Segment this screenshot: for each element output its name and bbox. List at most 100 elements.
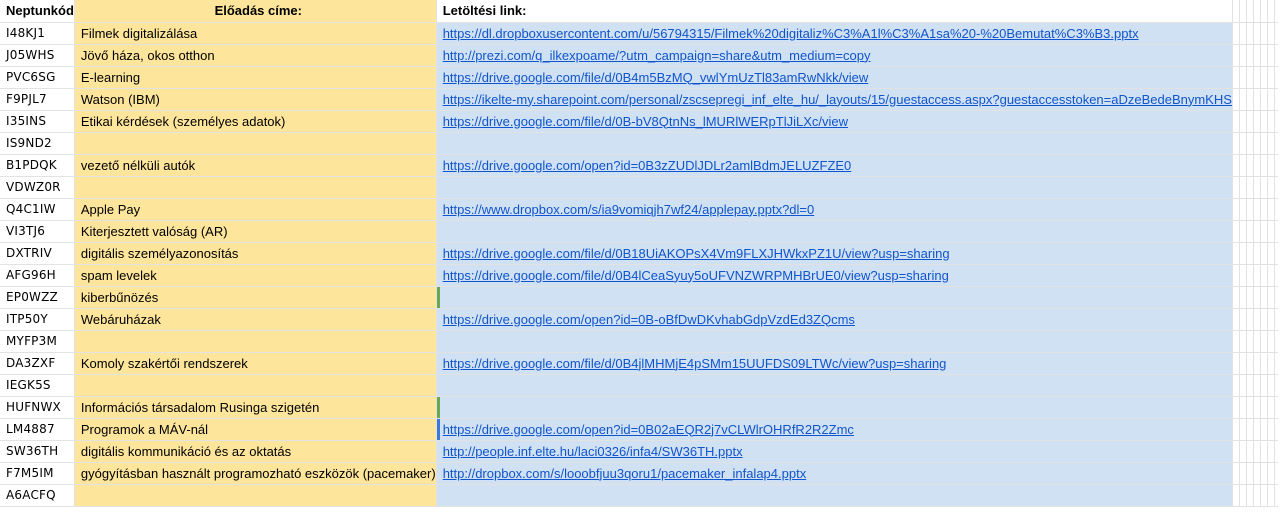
empty-cell[interactable] bbox=[1260, 374, 1268, 397]
download-link-cell[interactable] bbox=[436, 396, 1233, 419]
empty-cell[interactable] bbox=[1260, 352, 1268, 375]
empty-cell[interactable] bbox=[1260, 330, 1268, 353]
empty-cell[interactable] bbox=[1232, 110, 1240, 133]
download-link[interactable]: https://drive.google.com/file/d/0B4jlMHM… bbox=[443, 356, 947, 371]
empty-cell[interactable] bbox=[1253, 220, 1261, 243]
download-link-cell[interactable]: https://drive.google.com/file/d/0B-bV8Qt… bbox=[436, 110, 1233, 133]
empty-cell[interactable] bbox=[1260, 308, 1268, 331]
empty-cell[interactable] bbox=[1253, 374, 1261, 397]
neptun-code-cell[interactable]: B1PDQK bbox=[0, 154, 75, 177]
empty-cell[interactable] bbox=[1267, 418, 1275, 441]
empty-cell[interactable] bbox=[1239, 462, 1247, 485]
empty-cell[interactable] bbox=[1253, 286, 1261, 309]
empty-cell[interactable] bbox=[1246, 88, 1254, 111]
empty-cell[interactable] bbox=[1260, 484, 1268, 507]
download-link-cell[interactable]: https://www.dropbox.com/s/ia9vomiqjh7wf2… bbox=[436, 198, 1233, 221]
empty-cell[interactable] bbox=[1260, 110, 1268, 133]
empty-cell[interactable] bbox=[1253, 242, 1261, 265]
empty-cell[interactable] bbox=[1246, 352, 1254, 375]
download-link-cell[interactable] bbox=[436, 132, 1233, 155]
download-link[interactable]: https://drive.google.com/file/d/0B4m5BzM… bbox=[443, 70, 869, 85]
empty-cell[interactable] bbox=[1253, 396, 1261, 419]
empty-cell[interactable] bbox=[1267, 0, 1275, 23]
presentation-title-cell[interactable] bbox=[74, 132, 437, 155]
empty-cell[interactable] bbox=[1267, 44, 1275, 67]
empty-cell[interactable] bbox=[1253, 330, 1261, 353]
empty-cell[interactable] bbox=[1267, 484, 1275, 507]
empty-cell[interactable] bbox=[1246, 242, 1254, 265]
empty-cell[interactable] bbox=[1239, 418, 1247, 441]
empty-cell[interactable] bbox=[1232, 330, 1240, 353]
empty-cell[interactable] bbox=[1253, 44, 1261, 67]
download-link[interactable]: http://dropbox.com/s/looobfjuu3qoru1/pac… bbox=[443, 466, 807, 481]
presentation-title-cell[interactable]: Watson (IBM) bbox=[74, 88, 437, 111]
empty-cell[interactable] bbox=[1253, 88, 1261, 111]
presentation-title-cell[interactable] bbox=[74, 374, 437, 397]
download-link[interactable]: https://ikelte-my.sharepoint.com/persona… bbox=[443, 92, 1232, 107]
presentation-title-cell[interactable] bbox=[74, 484, 437, 507]
empty-cell[interactable] bbox=[1232, 264, 1240, 287]
empty-cell[interactable] bbox=[1260, 132, 1268, 155]
download-link[interactable]: https://dl.dropboxusercontent.com/u/5679… bbox=[443, 26, 1139, 41]
empty-cell[interactable] bbox=[1253, 484, 1261, 507]
empty-cell[interactable] bbox=[1232, 88, 1240, 111]
empty-cell[interactable] bbox=[1267, 198, 1275, 221]
empty-cell[interactable] bbox=[1239, 88, 1247, 111]
neptun-code-cell[interactable]: F9PJL7 bbox=[0, 88, 75, 111]
empty-cell[interactable] bbox=[1246, 484, 1254, 507]
neptun-code-cell[interactable]: F7M5IM bbox=[0, 462, 75, 485]
presentation-title-cell[interactable]: Kiterjesztett valóság (AR) bbox=[74, 220, 437, 243]
empty-cell[interactable] bbox=[1267, 242, 1275, 265]
neptun-code-cell[interactable]: DA3ZXF bbox=[0, 352, 75, 375]
presentation-title-cell[interactable]: Információs társadalom Rusinga szigetén bbox=[74, 396, 437, 419]
presentation-title-cell[interactable]: E-learning bbox=[74, 66, 437, 89]
empty-cell[interactable] bbox=[1239, 132, 1247, 155]
empty-cell[interactable] bbox=[1246, 22, 1254, 45]
empty-cell[interactable] bbox=[1260, 66, 1268, 89]
empty-cell[interactable] bbox=[1267, 264, 1275, 287]
neptun-code-cell[interactable]: I35INS bbox=[0, 110, 75, 133]
empty-cell[interactable] bbox=[1239, 330, 1247, 353]
empty-cell[interactable] bbox=[1246, 440, 1254, 463]
empty-cell[interactable] bbox=[1232, 440, 1240, 463]
neptun-code-cell[interactable]: I48KJ1 bbox=[0, 22, 75, 45]
empty-cell[interactable] bbox=[1253, 66, 1261, 89]
empty-cell[interactable] bbox=[1253, 198, 1261, 221]
empty-cell[interactable] bbox=[1260, 418, 1268, 441]
neptun-code-cell[interactable]: Q4C1IW bbox=[0, 198, 75, 221]
empty-cell[interactable] bbox=[1260, 264, 1268, 287]
empty-cell[interactable] bbox=[1239, 0, 1247, 23]
neptun-code-cell[interactable]: A6ACFQ bbox=[0, 484, 75, 507]
empty-cell[interactable] bbox=[1253, 154, 1261, 177]
empty-cell[interactable] bbox=[1239, 352, 1247, 375]
empty-cell[interactable] bbox=[1239, 484, 1247, 507]
empty-cell[interactable] bbox=[1267, 396, 1275, 419]
empty-cell[interactable] bbox=[1246, 462, 1254, 485]
empty-cell[interactable] bbox=[1267, 440, 1275, 463]
neptun-code-cell[interactable]: HUFNWX bbox=[0, 396, 75, 419]
empty-cell[interactable] bbox=[1253, 264, 1261, 287]
empty-cell[interactable] bbox=[1246, 264, 1254, 287]
header-neptun[interactable]: Neptunkód bbox=[0, 0, 75, 23]
empty-cell[interactable] bbox=[1246, 110, 1254, 133]
empty-cell[interactable] bbox=[1260, 22, 1268, 45]
empty-cell[interactable] bbox=[1267, 110, 1275, 133]
empty-cell[interactable] bbox=[1267, 220, 1275, 243]
download-link-cell[interactable] bbox=[436, 330, 1233, 353]
empty-cell[interactable] bbox=[1260, 198, 1268, 221]
empty-cell[interactable] bbox=[1239, 154, 1247, 177]
download-link[interactable]: https://drive.google.com/open?id=0B3zZUD… bbox=[443, 158, 852, 173]
presentation-title-cell[interactable]: gyógyításban használt programozható eszk… bbox=[74, 462, 437, 485]
empty-cell[interactable] bbox=[1260, 286, 1268, 309]
download-link-cell[interactable]: https://drive.google.com/open?id=0B3zZUD… bbox=[436, 154, 1233, 177]
presentation-title-cell[interactable]: Jövő háza, okos otthon bbox=[74, 44, 437, 67]
empty-cell[interactable] bbox=[1246, 396, 1254, 419]
download-link-cell[interactable]: http://prezi.com/q_ilkexpoame/?utm_campa… bbox=[436, 44, 1233, 67]
presentation-title-cell[interactable]: Webáruházak bbox=[74, 308, 437, 331]
empty-cell[interactable] bbox=[1260, 44, 1268, 67]
header-title[interactable]: Előadás címe: bbox=[74, 0, 437, 23]
download-link-cell[interactable]: https://drive.google.com/file/d/0B4lCeaS… bbox=[436, 264, 1233, 287]
download-link[interactable]: https://www.dropbox.com/s/ia9vomiqjh7wf2… bbox=[443, 202, 815, 217]
empty-cell[interactable] bbox=[1246, 132, 1254, 155]
empty-cell[interactable] bbox=[1253, 308, 1261, 331]
